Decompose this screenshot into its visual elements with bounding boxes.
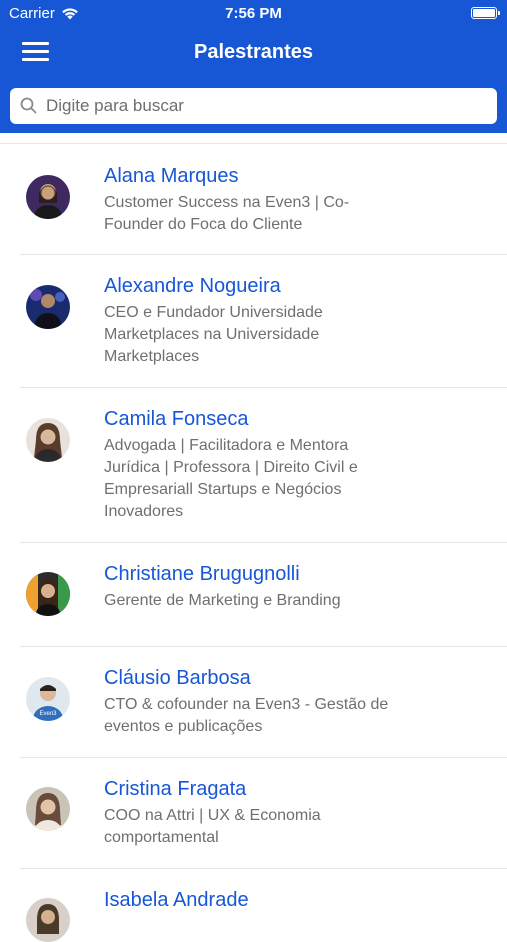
speaker-item[interactable]: Cristina Fragata COO na Attri | UX & Eco… [20, 758, 507, 869]
speaker-role: Customer Success na Even3 | Co-Founder d… [104, 194, 350, 233]
avatar: Even3 [26, 677, 70, 721]
speaker-name[interactable]: Cláusio Barbosa [104, 667, 251, 690]
search-bar[interactable] [10, 88, 497, 124]
status-bar: Carrier 7:56 PM [0, 0, 507, 28]
speaker-list: Alana Marques Customer Success na Even3 … [0, 143, 507, 942]
speaker-name[interactable]: Cristina Fragata [104, 778, 246, 801]
speaker-name[interactable]: Alexandre Nogueira [104, 275, 281, 298]
avatar [26, 898, 70, 942]
speaker-role: Advogada | Facilitadora e Mentora Jurídi… [104, 437, 358, 520]
speaker-role: CTO & cofounder na Even3 - Gestão de eve… [104, 696, 389, 735]
search-icon [20, 97, 37, 114]
speaker-name[interactable]: Christiane Brugugnolli [104, 563, 300, 586]
speaker-name[interactable]: Alana Marques [104, 165, 239, 188]
avatar [26, 572, 70, 616]
speaker-item[interactable]: Christiane Brugugnolli Gerente de Market… [20, 543, 507, 647]
speaker-name[interactable]: Isabela Andrade [104, 889, 249, 912]
speaker-item[interactable]: Isabela Andrade [20, 869, 507, 942]
speaker-item[interactable]: Alexandre Nogueira CEO e Fundador Univer… [20, 255, 507, 388]
status-time: 7:56 PM [225, 5, 282, 22]
speaker-item[interactable]: Alana Marques Customer Success na Even3 … [20, 144, 507, 255]
avatar [26, 787, 70, 831]
speaker-role: CEO e Fundador Universidade Marketplaces… [104, 304, 323, 365]
search-input[interactable] [46, 88, 486, 124]
speaker-name[interactable]: Camila Fonseca [104, 408, 249, 431]
speaker-item[interactable]: Even3 Cláusio Barbosa CTO & cofounder na… [20, 647, 507, 758]
avatar [26, 175, 70, 219]
speaker-item[interactable]: Camila Fonseca Advogada | Facilitadora e… [20, 388, 507, 543]
speaker-role: Gerente de Marketing e Branding [104, 592, 341, 609]
app-header: Carrier 7:56 PM Palestrantes [0, 0, 507, 133]
svg-text:Even3: Even3 [39, 711, 57, 717]
avatar [26, 285, 70, 329]
avatar [26, 418, 70, 462]
page-title: Palestrantes [194, 41, 313, 63]
speaker-role: COO na Attri | UX & Economia comportamen… [104, 807, 321, 846]
battery-icon [471, 7, 500, 19]
